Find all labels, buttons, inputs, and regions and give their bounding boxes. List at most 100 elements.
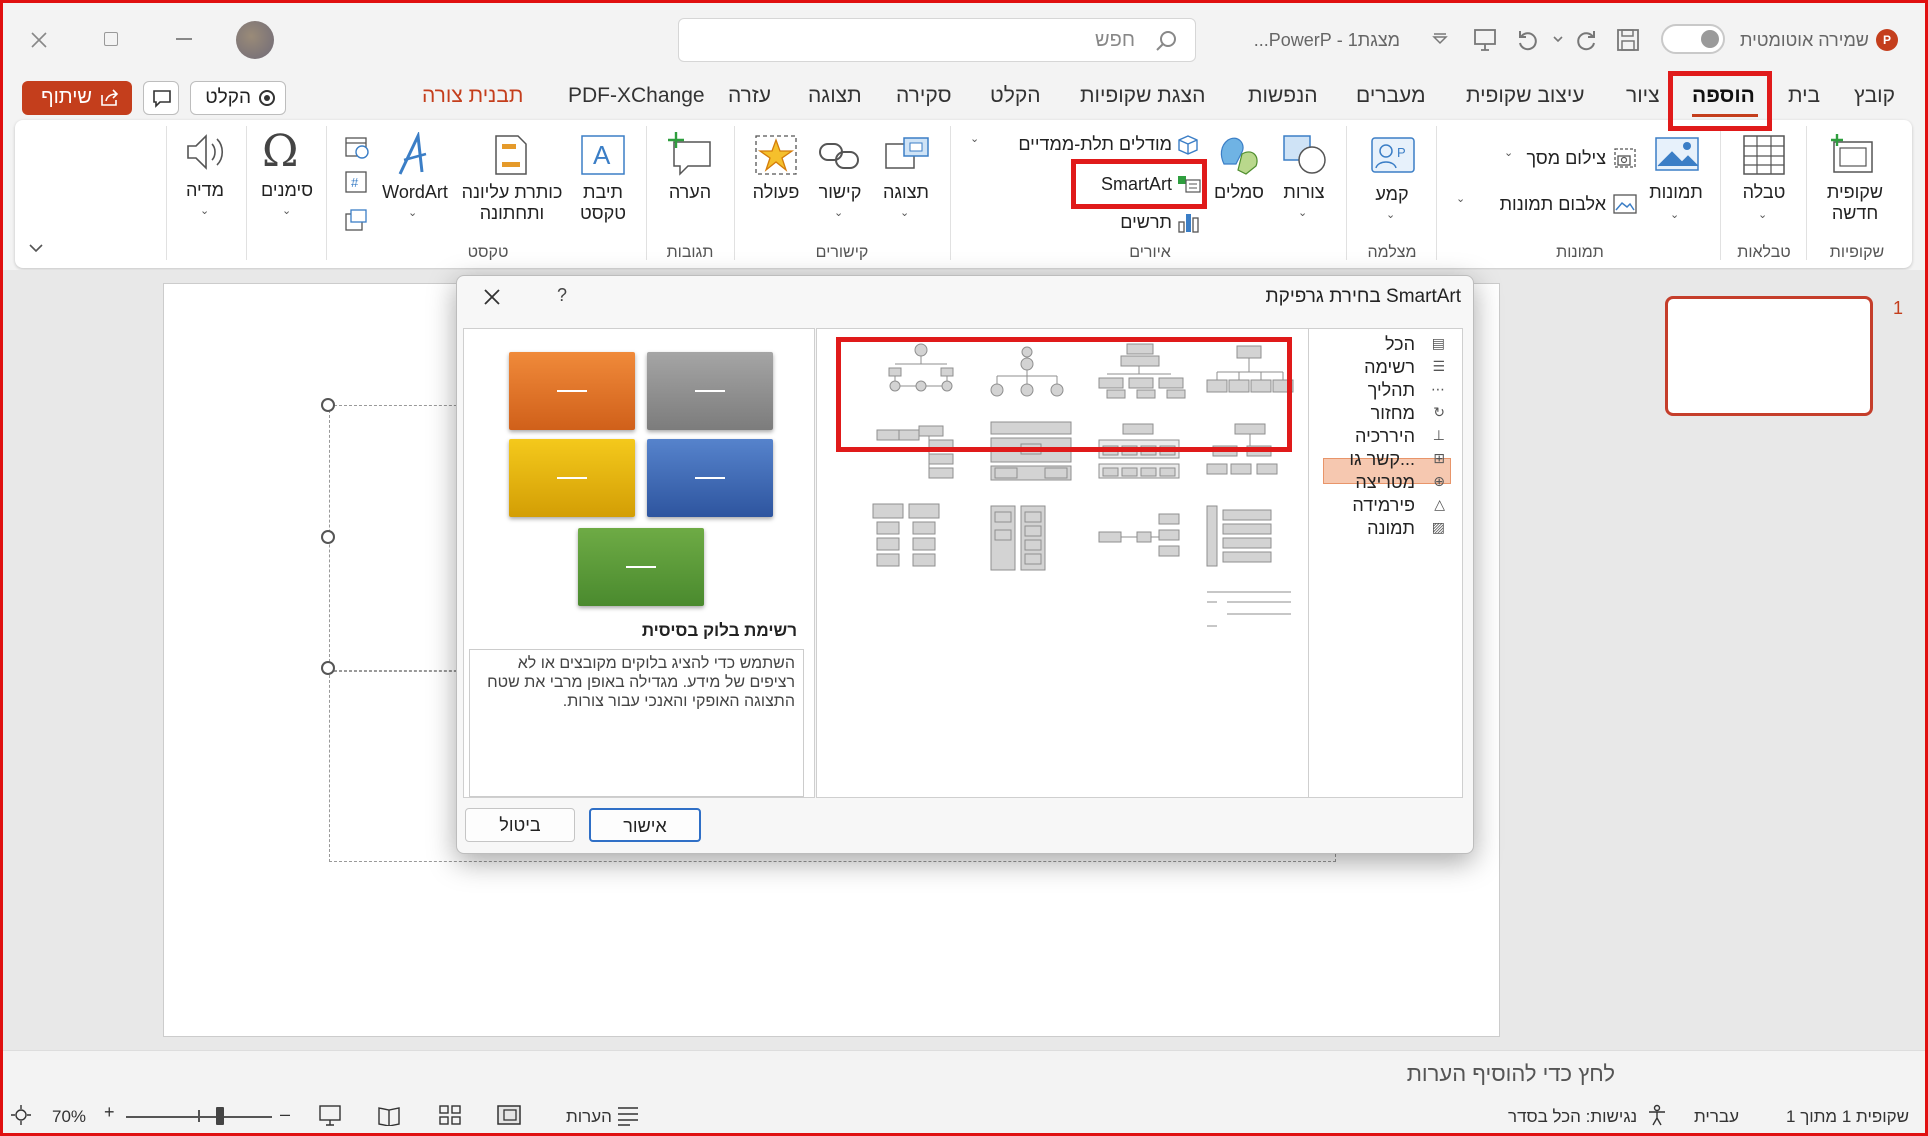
- autosave-label: שמירה אוטומטית: [1740, 30, 1869, 50]
- new-slide-button[interactable]: שקופית חדשה: [1812, 182, 1898, 224]
- table-button[interactable]: טבלה: [1736, 182, 1792, 203]
- undo-icon[interactable]: [1516, 28, 1540, 52]
- cameo-dropdown-icon: ⌄: [1386, 209, 1396, 221]
- category-item-0[interactable]: ▤ הכל: [1323, 334, 1451, 356]
- resize-handle[interactable]: [321, 530, 335, 544]
- category-item-4[interactable]: ⊥ היררכיה: [1323, 426, 1451, 448]
- tab-design[interactable]: עיצוב שקופית: [1466, 84, 1585, 114]
- table-dropdown-icon: ⌄: [1758, 209, 1768, 221]
- zoom-button[interactable]: תצוגה: [876, 182, 936, 203]
- tab-animations[interactable]: הנפשות: [1248, 84, 1318, 114]
- share-button[interactable]: שיתוף: [22, 81, 132, 115]
- user-avatar[interactable]: [236, 21, 274, 59]
- images-button[interactable]: תמונות: [1640, 182, 1712, 203]
- minimize-button[interactable]: [176, 38, 192, 40]
- group-illustrations-label: איורים: [1129, 244, 1171, 261]
- wordart-button[interactable]: WordArt: [378, 182, 452, 203]
- tab-view[interactable]: תצוגה: [808, 84, 862, 114]
- cancel-button[interactable]: ביטול: [465, 808, 575, 842]
- category-item-2[interactable]: ⋯ תהליך: [1323, 380, 1451, 402]
- header-footer-button[interactable]: כותרת עליונה ותחתונה: [452, 182, 572, 224]
- close-dialog-icon[interactable]: [483, 288, 501, 306]
- text-box-button[interactable]: תיבת טקסט: [566, 182, 640, 224]
- header-footer-icon: [495, 135, 527, 175]
- action-icon: [755, 135, 797, 175]
- tab-slideshow[interactable]: הצגת שקופיות: [1080, 84, 1205, 114]
- close-window-icon[interactable]: [30, 31, 48, 49]
- zoom-slider-thumb[interactable]: [216, 1107, 224, 1125]
- tab-transitions[interactable]: מעברים: [1356, 84, 1426, 114]
- present-icon[interactable]: [1472, 27, 1498, 53]
- tab-pdf-xchange[interactable]: PDF-XChange: [568, 84, 705, 114]
- symbols-button[interactable]: סימנים: [250, 180, 324, 201]
- notes-icon: [618, 1107, 638, 1126]
- tab-help[interactable]: עזרה: [728, 84, 771, 114]
- action-button[interactable]: פעולה: [742, 182, 810, 203]
- comment-button[interactable]: הערה: [658, 182, 722, 203]
- tab-record[interactable]: הקלט: [990, 84, 1041, 114]
- category-item-5[interactable]: ⊞ קשר גו...: [1323, 449, 1451, 471]
- category-item-7[interactable]: △ פירמידה: [1323, 495, 1451, 517]
- save-icon[interactable]: [1616, 28, 1640, 52]
- zoom-in-button[interactable]: +: [104, 1102, 115, 1123]
- layout-shape: [912, 553, 936, 567]
- slide-sorter-icon[interactable]: [438, 1104, 462, 1126]
- resize-handle[interactable]: [321, 398, 335, 412]
- ribbon-separator: [734, 126, 735, 260]
- tab-review[interactable]: סקירה: [896, 84, 952, 114]
- tab-draw[interactable]: ציור: [1626, 84, 1660, 114]
- group-comments-label: תגובות: [666, 244, 714, 261]
- tab-home[interactable]: בית: [1788, 84, 1820, 114]
- chart-button[interactable]: תרשים: [1096, 212, 1172, 233]
- undo-dropdown-icon[interactable]: [1552, 33, 1564, 45]
- ok-button[interactable]: אישור: [589, 808, 701, 842]
- slideshow-view-icon[interactable]: [318, 1104, 342, 1126]
- collapse-ribbon-icon[interactable]: [28, 242, 44, 254]
- ribbon-separator: [1720, 126, 1721, 260]
- fit-slide-icon[interactable]: [10, 1104, 32, 1126]
- category-item-1[interactable]: ☰ רשימה: [1323, 357, 1451, 379]
- category-label: תהליך: [1367, 380, 1415, 400]
- autosave-toggle[interactable]: [1661, 24, 1725, 54]
- screenshot-button[interactable]: צילום מסך: [1510, 148, 1606, 169]
- normal-view-icon[interactable]: [496, 1104, 522, 1126]
- tab-shape-format[interactable]: תבנית צורה: [422, 84, 523, 114]
- resize-handle[interactable]: [321, 661, 335, 675]
- category-item-8[interactable]: ▨ תמונה: [1323, 518, 1451, 540]
- redo-icon[interactable]: [1574, 28, 1598, 52]
- zoom-slider-midtick: [198, 1110, 200, 1122]
- media-dropdown-icon: ⌄: [200, 205, 210, 217]
- category-label: פירמידה: [1352, 495, 1415, 515]
- app-logo-icon: P: [1876, 29, 1898, 51]
- zoom-out-button[interactable]: –: [280, 1104, 290, 1125]
- layout-shape: [912, 521, 936, 535]
- comments-button[interactable]: [143, 81, 179, 115]
- layout-shape: [876, 553, 900, 567]
- notes-pane[interactable]: לחץ כדי להוסיף הערות: [0, 1050, 1928, 1099]
- notes-toggle[interactable]: הערות: [566, 1107, 612, 1127]
- help-button[interactable]: ?: [557, 285, 567, 306]
- reading-view-icon[interactable]: [377, 1104, 401, 1126]
- icons-button[interactable]: סמלים: [1208, 182, 1270, 203]
- layout-shape: [1024, 525, 1042, 537]
- category-item-6[interactable]: ⊕ מטריצה: [1323, 472, 1451, 494]
- cameo-button[interactable]: קמע: [1362, 184, 1422, 205]
- search-box[interactable]: חפש: [678, 18, 1196, 62]
- record-button[interactable]: הקלט: [190, 81, 286, 115]
- category-label: היררכיה: [1355, 426, 1415, 446]
- photo-album-button[interactable]: אלבום תמונות: [1480, 194, 1606, 215]
- link-button[interactable]: קישור: [808, 182, 872, 203]
- restore-button[interactable]: [104, 32, 118, 46]
- slide-thumbnail[interactable]: [1665, 296, 1873, 416]
- language-indicator[interactable]: עברית: [1694, 1107, 1739, 1127]
- omega-icon: Ω: [262, 126, 299, 177]
- customize-qat-icon[interactable]: [1432, 33, 1448, 47]
- accessibility-status[interactable]: נגישות: הכל בסדר: [1508, 1107, 1637, 1127]
- category-item-3[interactable]: ↻ מחזור: [1323, 403, 1451, 425]
- zoom-level[interactable]: 70%: [52, 1107, 86, 1127]
- shapes-button[interactable]: צורות: [1274, 182, 1334, 203]
- media-button[interactable]: מדיה: [172, 180, 238, 201]
- search-icon: [1156, 31, 1176, 51]
- tab-file[interactable]: קובץ: [1854, 84, 1895, 114]
- 3d-models-button[interactable]: מודלים תלת-ממדיים: [1002, 134, 1172, 155]
